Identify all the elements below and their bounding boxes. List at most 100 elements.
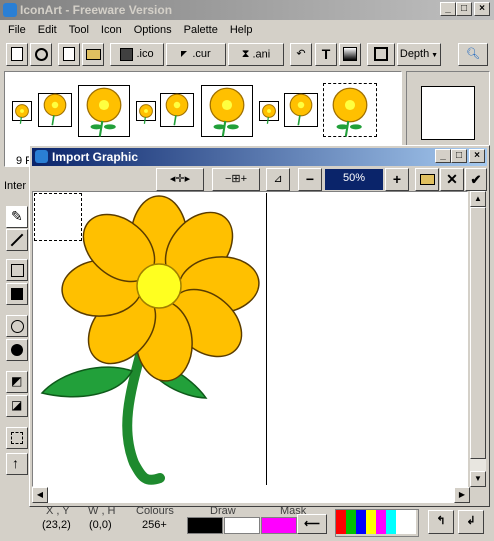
flower-center	[136, 263, 182, 309]
dialog-app-icon	[35, 150, 48, 163]
scroll-up-icon: ▲	[474, 194, 482, 203]
zoom-glass-button[interactable]: 🔍︎	[458, 43, 488, 66]
menu-edit[interactable]: Edit	[32, 21, 63, 39]
save-cur-button[interactable]: .cur	[166, 43, 226, 66]
menu-palette[interactable]: Palette	[178, 21, 224, 39]
scroll-up-button[interactable]: ▲	[470, 191, 486, 207]
scroll-down-button[interactable]: ▼	[470, 471, 486, 487]
wh-value: (0,0)	[89, 519, 112, 531]
thumbnail-32[interactable]	[38, 93, 72, 127]
thumbnail-48b[interactable]	[201, 85, 253, 137]
rect-outline-icon	[11, 264, 24, 277]
minimize-button[interactable]: _	[440, 2, 456, 16]
menu-tool[interactable]: Tool	[63, 21, 95, 39]
crop-button[interactable]: ⊿	[266, 168, 290, 191]
cancel-button[interactable]: ✕	[440, 168, 464, 191]
swap-colors-button[interactable]: ⟵	[297, 514, 327, 534]
open-folder-icon	[419, 173, 435, 185]
draw-color-secondary[interactable]	[224, 517, 260, 534]
undo-button[interactable]: ↶	[290, 43, 312, 66]
maximize-button[interactable]: □	[456, 2, 472, 16]
move-arrows-button[interactable]: ◂✛▸	[156, 168, 204, 191]
menu-options[interactable]: Options	[128, 21, 178, 39]
resize-arrows-icon: −⊞+	[224, 173, 248, 185]
palette-red[interactable]	[336, 510, 346, 534]
thumbnail-16b[interactable]	[136, 101, 156, 121]
status-bar: X , Y (23,2) W , H (0,0) Colours 256+ Dr…	[32, 505, 494, 541]
arrow-left-icon: ⟵	[304, 518, 320, 530]
dialog-title: Import Graphic	[52, 150, 139, 164]
fill-tool[interactable]: ◩	[6, 371, 28, 393]
new-doc-button[interactable]	[58, 43, 80, 66]
thumbnail-48c-selected[interactable]	[323, 83, 377, 137]
new-button[interactable]	[6, 43, 28, 66]
arrow-up-tool[interactable]: ↑	[6, 453, 28, 475]
thumbnail-32c[interactable]	[284, 93, 318, 127]
mask-color-swatch[interactable]	[261, 517, 297, 534]
eraser-tool[interactable]: ◪	[6, 395, 28, 417]
frame-button[interactable]	[367, 43, 395, 66]
save-ani-button[interactable]: ⧗ .ani	[228, 43, 284, 66]
app-icon	[3, 3, 17, 17]
palette-yellow[interactable]	[366, 510, 376, 534]
ellipse-fill-icon	[11, 344, 23, 356]
rotate-down-button[interactable]: ↲	[458, 510, 484, 534]
dialog-maximize-button[interactable]: □	[451, 149, 467, 163]
line-icon	[10, 233, 24, 247]
text-button[interactable]: T	[315, 43, 337, 66]
flower-image	[40, 195, 260, 485]
zoom-button[interactable]	[30, 43, 52, 66]
open-button[interactable]	[82, 43, 104, 66]
thumbnail-16[interactable]	[12, 101, 32, 121]
scroll-right-button[interactable]: ▶	[454, 487, 470, 503]
rect-outline-tool[interactable]	[6, 259, 28, 281]
scroll-track-horizontal[interactable]	[48, 487, 454, 503]
hourglass-icon: ⧗	[241, 48, 250, 60]
scroll-thumb-vertical[interactable]	[470, 207, 486, 459]
zoom-in-button[interactable]: +	[385, 168, 409, 191]
save-icon	[120, 47, 134, 61]
thumbnail-32b[interactable]	[160, 93, 194, 127]
dialog-open-button[interactable]	[415, 168, 439, 191]
vertical-scrollbar[interactable]: ▲ ▼	[470, 191, 486, 487]
pointer-icon	[181, 51, 188, 58]
colours-header: Colours	[136, 505, 174, 517]
palette-green[interactable]	[346, 510, 356, 534]
scroll-left-icon: ◀	[36, 490, 44, 499]
dialog-close-button[interactable]: ×	[469, 149, 485, 163]
dialog-minimize-button[interactable]: _	[435, 149, 451, 163]
select-tool[interactable]	[6, 427, 28, 449]
horizontal-scrollbar[interactable]: ◀ ▶	[32, 487, 470, 503]
gradient-button[interactable]	[339, 43, 361, 66]
palette-white[interactable]	[396, 510, 416, 534]
pencil-tool[interactable]: ✎	[6, 206, 28, 228]
eraser-icon: ◪	[11, 398, 23, 412]
depth-button[interactable]: Depth ▼	[397, 43, 441, 66]
thumbnail-16c[interactable]	[259, 101, 279, 121]
select-icon	[11, 432, 23, 444]
move-arrows-icon: ◂✛▸	[169, 173, 191, 185]
menu-file[interactable]: File	[2, 21, 32, 39]
menu-help[interactable]: Help	[224, 21, 259, 39]
resize-arrows-button[interactable]: −⊞+	[212, 168, 260, 191]
rect-fill-tool[interactable]	[6, 283, 28, 305]
ellipse-outline-tool[interactable]	[6, 315, 28, 337]
thumbnail-48[interactable]	[78, 85, 130, 137]
palette-magenta[interactable]	[376, 510, 386, 534]
palette-blue[interactable]	[356, 510, 366, 534]
scroll-left-button[interactable]: ◀	[32, 487, 48, 503]
ellipse-fill-tool[interactable]	[6, 339, 28, 361]
zoom-level[interactable]: 50%	[325, 169, 383, 190]
accept-button[interactable]: ✔	[465, 168, 487, 191]
undo-icon: ↶	[296, 48, 306, 60]
zoom-out-button[interactable]: −	[298, 168, 322, 191]
draw-color-swatch[interactable]	[187, 517, 223, 534]
rotate-up-button[interactable]: ↰	[428, 510, 454, 534]
cur-label: .cur	[192, 48, 211, 60]
chevron-down-icon: ▼	[429, 52, 439, 59]
menu-icon[interactable]: Icon	[95, 21, 128, 39]
palette-cyan[interactable]	[386, 510, 396, 534]
save-ico-button[interactable]: .ico	[110, 43, 164, 66]
close-button[interactable]: ×	[474, 2, 490, 16]
line-tool[interactable]	[6, 229, 28, 251]
